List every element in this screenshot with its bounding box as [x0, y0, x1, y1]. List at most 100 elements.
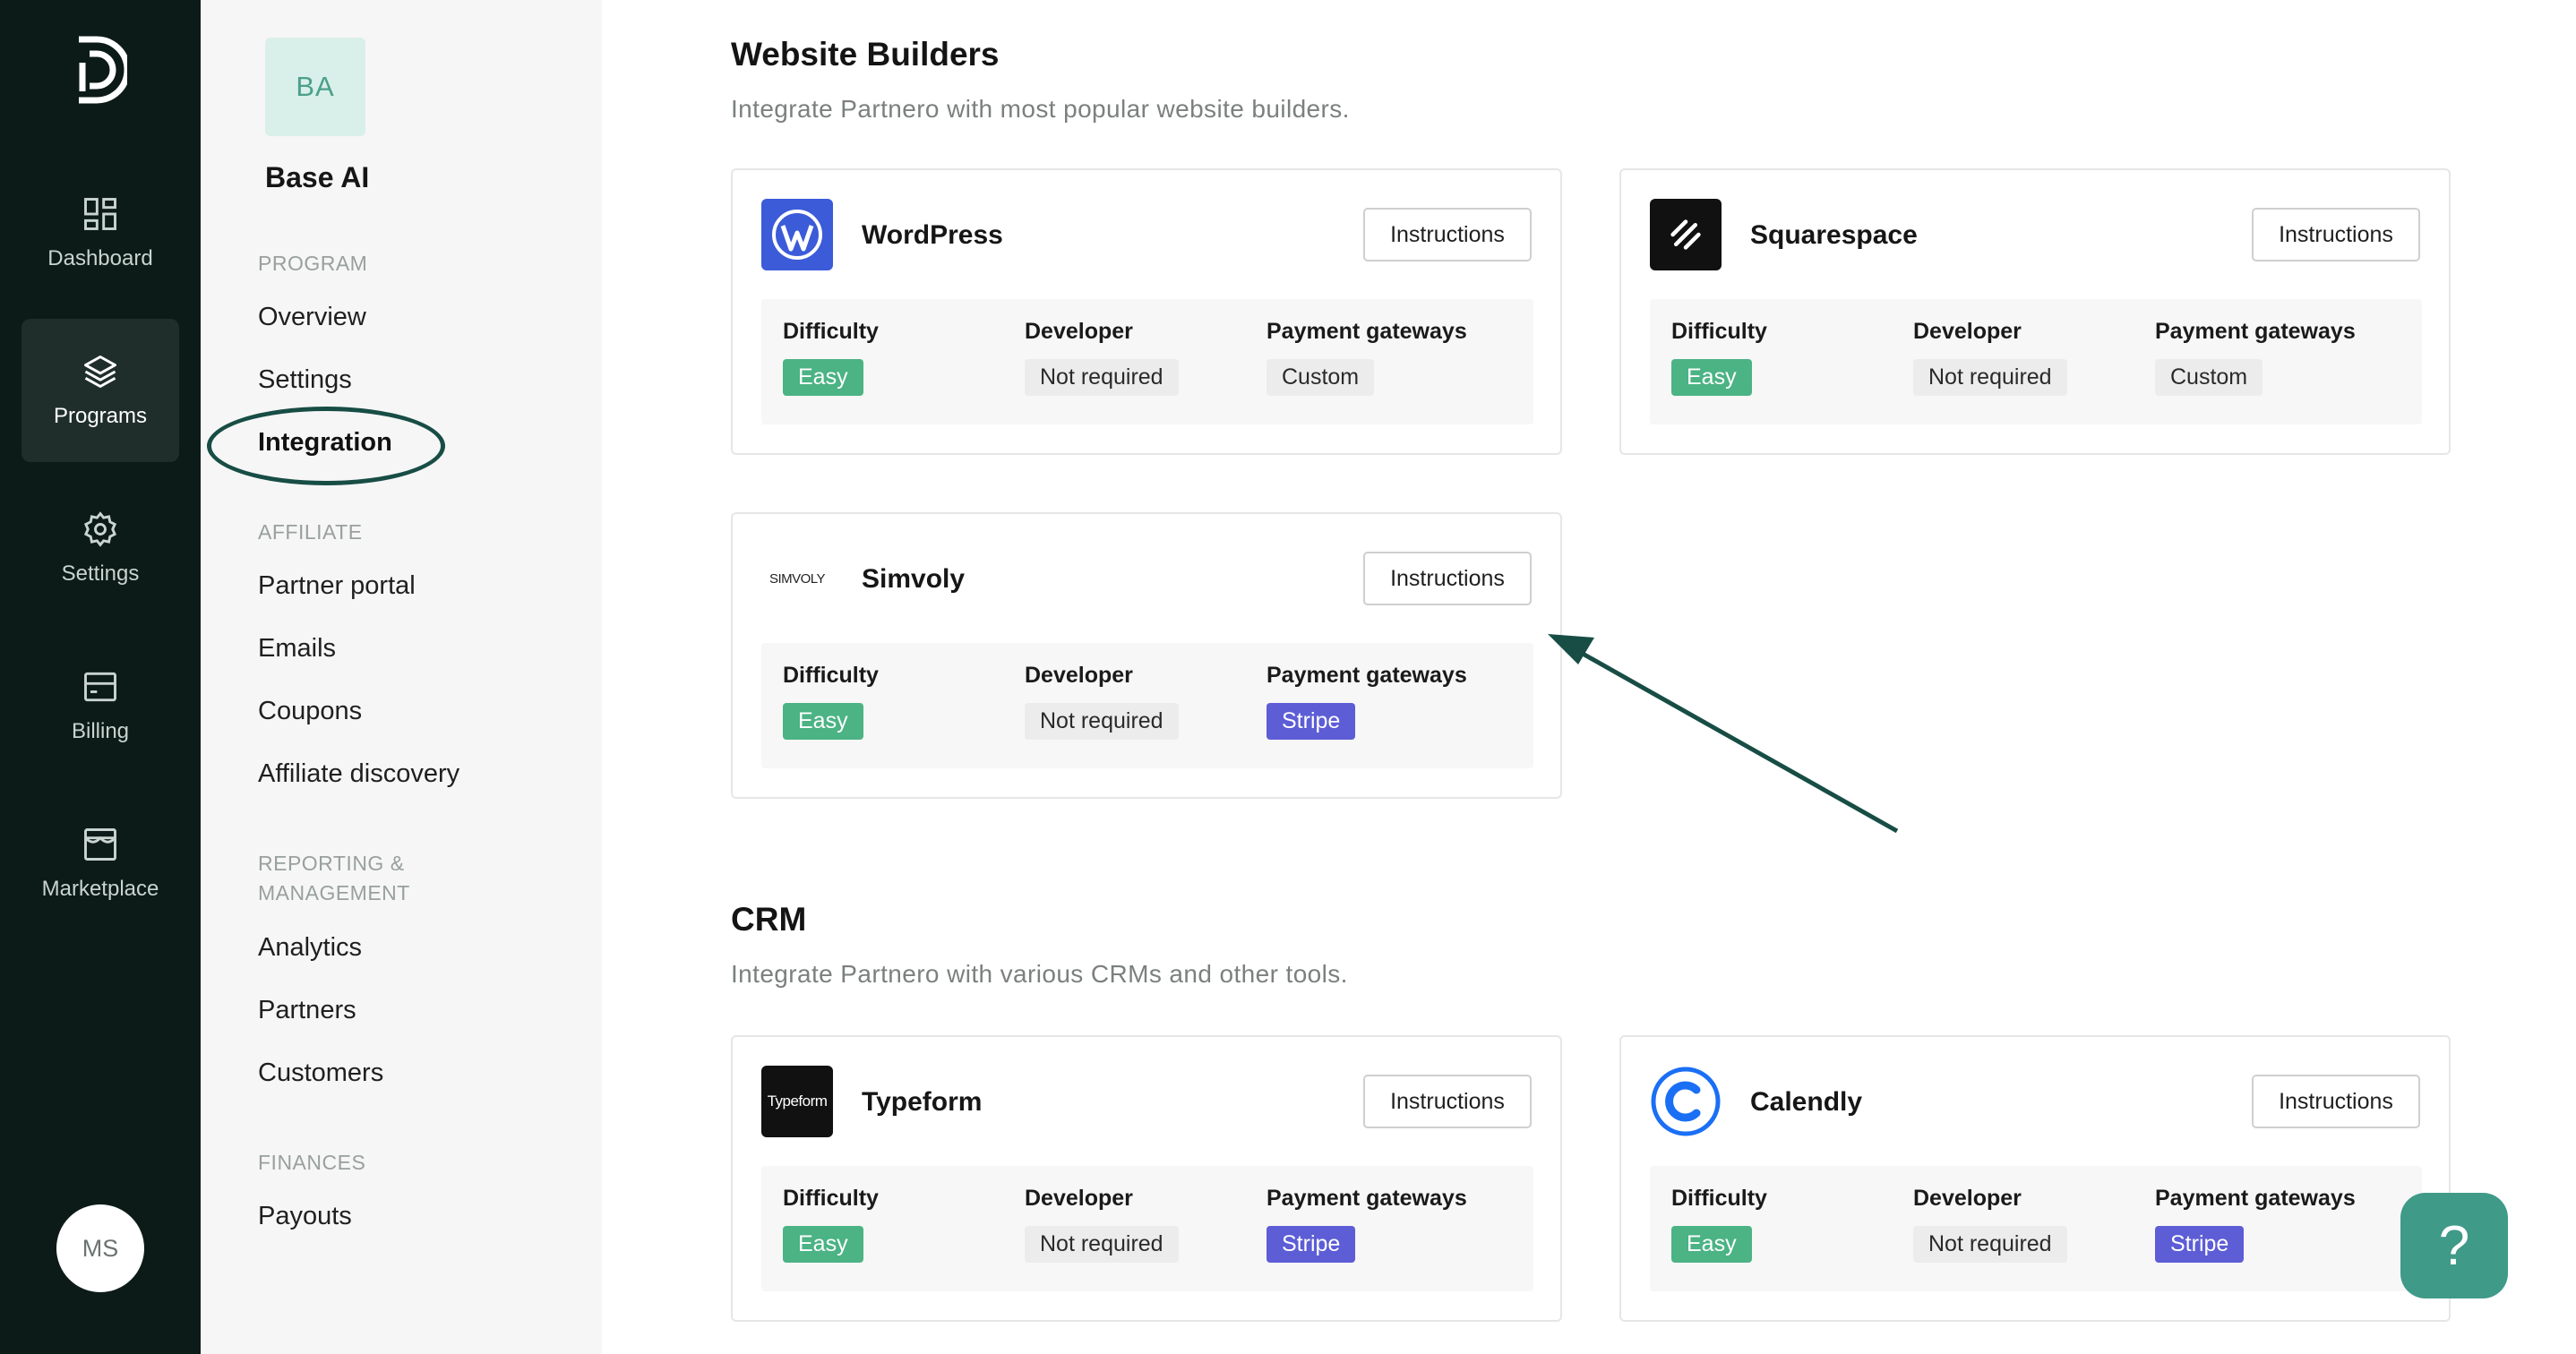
gateway-badge: Stripe	[1267, 703, 1356, 740]
card-info: Difficulty Easy Developer Not required P…	[1650, 299, 2422, 424]
help-button[interactable]: ?	[2400, 1193, 2508, 1298]
gateway-col: Payment gateways Stripe	[2155, 1186, 2356, 1263]
card-name: Calendly	[1750, 1087, 1863, 1117]
simvoly-logo-text: SIMVOLY	[769, 570, 826, 587]
developer-label: Developer	[1025, 663, 1133, 688]
gateway-badge: Custom	[1267, 359, 1375, 396]
card-info: Difficulty Easy Developer Not required P…	[761, 643, 1533, 768]
section-title-website-builders: Website Builders	[731, 36, 1000, 73]
section-title-reporting-1: REPORTING &	[258, 852, 405, 875]
dashboard-icon	[84, 198, 116, 230]
layers-icon	[84, 356, 116, 388]
nav-customers[interactable]: Customers	[258, 1057, 383, 1089]
integration-card-calendly: Calendly Instructions Difficulty Easy De…	[1619, 1035, 2451, 1322]
difficulty-badge: Easy	[783, 1226, 863, 1263]
developer-col: Developer Not required	[1913, 319, 2067, 396]
integration-card-squarespace: Squarespace Instructions Difficulty Easy…	[1619, 168, 2451, 455]
developer-badge: Not required	[1913, 1226, 2067, 1263]
difficulty-col: Difficulty Easy	[783, 319, 879, 396]
user-avatar[interactable]: MS	[56, 1204, 144, 1292]
nav-partner-portal[interactable]: Partner portal	[258, 570, 416, 602]
card-name: Squarespace	[1750, 220, 1918, 250]
difficulty-label: Difficulty	[783, 663, 879, 688]
org-name: Base AI	[265, 161, 370, 193]
developer-col: Developer Not required	[1025, 663, 1179, 740]
squarespace-logo-icon	[1650, 199, 1722, 270]
instructions-button[interactable]: Instructions	[2252, 208, 2420, 261]
developer-label: Developer	[1025, 319, 1133, 344]
nav-payouts[interactable]: Payouts	[258, 1200, 352, 1232]
rail-item-billing[interactable]: Billing	[21, 634, 179, 777]
rail-item-marketplace[interactable]: Marketplace	[21, 792, 179, 935]
instructions-button[interactable]: Instructions	[1363, 208, 1532, 261]
integration-card-typeform: Typeform Typeform Instructions Difficult…	[731, 1035, 1562, 1322]
card-info: Difficulty Easy Developer Not required P…	[1650, 1166, 2422, 1291]
gateway-badge: Stripe	[2155, 1226, 2245, 1263]
developer-badge: Not required	[1025, 359, 1179, 396]
gateway-label: Payment gateways	[1267, 319, 1467, 344]
nav-coupons[interactable]: Coupons	[258, 695, 362, 727]
annotation-circle	[207, 407, 445, 485]
rail-item-programs[interactable]: Programs	[21, 319, 179, 462]
gateway-label: Payment gateways	[1267, 663, 1467, 688]
difficulty-badge: Easy	[1671, 359, 1752, 396]
nav-analytics[interactable]: Analytics	[258, 931, 362, 964]
rail-item-settings[interactable]: Settings	[21, 476, 179, 620]
difficulty-col: Difficulty Easy	[783, 663, 879, 740]
gateway-badge: Custom	[2155, 359, 2263, 396]
instructions-button[interactable]: Instructions	[1363, 1075, 1532, 1128]
nav-emails[interactable]: Emails	[258, 632, 336, 664]
org-badge: BA	[265, 38, 365, 136]
rail-label: Settings	[61, 561, 140, 586]
developer-badge: Not required	[1025, 703, 1179, 740]
gateway-col: Payment gateways Custom	[2155, 319, 2356, 396]
main-rail: Dashboard Programs Settings Billing Mark…	[0, 0, 201, 1354]
difficulty-label: Difficulty	[783, 1186, 879, 1211]
nav-settings[interactable]: Settings	[258, 364, 352, 396]
difficulty-badge: Easy	[783, 703, 863, 740]
developer-label: Developer	[1913, 1186, 2022, 1211]
nav-affiliate-discovery[interactable]: Affiliate discovery	[258, 758, 459, 790]
card-name: Simvoly	[862, 564, 966, 594]
card-icon	[84, 672, 116, 702]
section-title-affiliate: AFFILIATE	[258, 520, 363, 544]
difficulty-label: Difficulty	[783, 319, 879, 344]
difficulty-badge: Easy	[783, 359, 863, 396]
instructions-button[interactable]: Instructions	[1363, 552, 1532, 605]
store-icon	[84, 828, 116, 861]
app-logo-icon[interactable]	[73, 36, 127, 104]
card-name: Typeform	[862, 1087, 983, 1117]
nav-overview[interactable]: Overview	[258, 301, 366, 333]
gateway-label: Payment gateways	[1267, 1186, 1467, 1211]
section-title-crm: CRM	[731, 901, 807, 938]
card-info: Difficulty Easy Developer Not required P…	[761, 299, 1533, 424]
rail-label: Billing	[71, 719, 130, 743]
difficulty-col: Difficulty Easy	[1671, 319, 1767, 396]
nav-partners[interactable]: Partners	[258, 994, 356, 1026]
gateway-badge: Stripe	[1267, 1226, 1356, 1263]
rail-item-dashboard[interactable]: Dashboard	[21, 161, 179, 304]
typeform-logo: Typeform	[761, 1066, 833, 1137]
wordpress-logo-icon	[761, 199, 833, 270]
developer-badge: Not required	[1025, 1226, 1179, 1263]
developer-badge: Not required	[1913, 359, 2067, 396]
section-title-program: PROGRAM	[258, 252, 368, 275]
gateway-col: Payment gateways Custom	[1267, 319, 1467, 396]
program-sidebar: BA Base AI PROGRAM Overview Settings Int…	[201, 0, 602, 1354]
section-title-reporting-2: MANAGEMENT	[258, 881, 410, 904]
calendly-logo-icon	[1650, 1066, 1722, 1137]
gear-icon	[83, 511, 117, 547]
rail-label: Programs	[53, 404, 148, 428]
difficulty-col: Difficulty Easy	[783, 1186, 879, 1263]
simvoly-logo: SIMVOLY	[761, 543, 833, 614]
developer-label: Developer	[1025, 1186, 1133, 1211]
gateway-label: Payment gateways	[2155, 319, 2356, 344]
card-info: Difficulty Easy Developer Not required P…	[761, 1166, 1533, 1291]
section-title-finances: FINANCES	[258, 1151, 366, 1174]
instructions-button[interactable]: Instructions	[2252, 1075, 2420, 1128]
developer-label: Developer	[1913, 319, 2022, 344]
developer-col: Developer Not required	[1025, 1186, 1179, 1263]
typeform-logo-text: Typeform	[767, 1093, 828, 1110]
integration-card-simvoly: SIMVOLY Simvoly Instructions Difficulty …	[731, 512, 1562, 799]
difficulty-col: Difficulty Easy	[1671, 1186, 1767, 1263]
